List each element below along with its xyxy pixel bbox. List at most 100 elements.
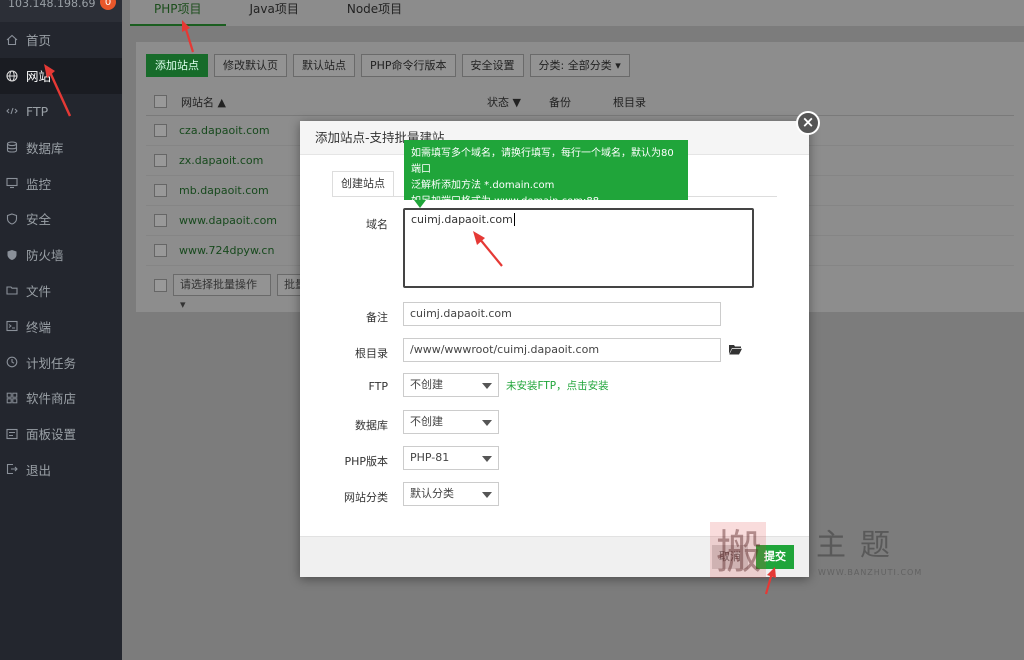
tooltip-line: 泛解析添加方法 *.domain.com (411, 180, 555, 191)
sidebar-item-logout[interactable]: 退出 (0, 452, 122, 488)
clock-icon (4, 354, 20, 370)
annotation-arrow-icon (473, 231, 503, 267)
sidebar-item-label: 安全 (26, 212, 52, 228)
root-dir-input[interactable]: /www/wwwroot/cuimj.dapaoit.com (403, 338, 721, 362)
category-select-label: 分类: 全部分类 (538, 59, 612, 72)
project-tabs: PHP项目 Java项目 Node项目 (130, 0, 1024, 26)
ftp-icon (4, 103, 20, 119)
sidebar-item-monitor[interactable]: 监控 (0, 165, 122, 201)
php-version-label: PHP版本 (344, 455, 388, 468)
remark-input[interactable]: cuimj.dapaoit.com (403, 302, 721, 326)
default-site-button[interactable]: 默认站点 (293, 54, 355, 77)
site-link[interactable]: www.dapaoit.com (179, 214, 277, 227)
shield-icon (4, 211, 20, 227)
sidebar-item-label: 终端 (26, 319, 52, 335)
row-checkbox[interactable] (154, 154, 167, 167)
sidebar-item-settings[interactable]: 面板设置 (0, 416, 122, 452)
chevron-down-icon (482, 456, 492, 462)
sidebar-item-files[interactable]: 文件 (0, 273, 122, 309)
php-cli-version-button[interactable]: PHP命令行版本 (361, 54, 456, 77)
col-root: 根目录 (613, 95, 646, 109)
server-ip: 103.148.198.69 0 (0, 0, 122, 22)
security-settings-button[interactable]: 安全设置 (461, 54, 524, 77)
php-version-select[interactable]: PHP-81 (403, 446, 499, 470)
site-link[interactable]: cza.dapaoit.com (179, 124, 270, 137)
monitor-icon (4, 175, 20, 191)
tooltip-line: 如需填写多个域名，请换行填写，每行一个域名，默认为80端口 (411, 148, 674, 175)
row-checkbox[interactable] (154, 124, 167, 137)
add-site-button[interactable]: 添加站点 (146, 54, 208, 77)
settings-icon (4, 426, 20, 442)
site-link[interactable]: www.724dpyw.cn (179, 244, 274, 257)
database-icon (4, 139, 20, 155)
ftp-select-value: 不创建 (410, 378, 443, 391)
row-checkbox[interactable] (154, 184, 167, 197)
site-link[interactable]: mb.dapaoit.com (179, 184, 269, 197)
sidebar-item-label: 面板设置 (26, 427, 77, 443)
notification-badge[interactable]: 0 (100, 0, 116, 10)
text-cursor (513, 213, 515, 226)
cancel-button[interactable]: 取消 (712, 545, 748, 569)
tab-java[interactable]: Java项目 (226, 0, 323, 26)
col-backup: 备份 (549, 95, 571, 109)
ftp-label: FTP (368, 380, 389, 393)
annotation-arrow-icon (44, 64, 72, 117)
ftp-select[interactable]: 不创建 (403, 373, 499, 397)
col-site-name[interactable]: 网站名 ▲ (181, 94, 487, 110)
site-category-label: 网站分类 (344, 491, 388, 504)
server-ip-text: 103.148.198.69 (8, 0, 96, 10)
category-select[interactable]: 分类: 全部分类 ▾ (529, 54, 630, 77)
sidebar-item-terminal[interactable]: 终端 (0, 308, 122, 344)
root-dir-label: 根目录 (355, 347, 388, 360)
sidebar-item-cron[interactable]: 计划任务 (0, 344, 122, 380)
sort-down-icon: ▼ (512, 95, 521, 109)
globe-icon (4, 68, 20, 84)
sidebar-item-label: 软件商店 (26, 391, 77, 407)
domain-value: cuimj.dapaoit.com (411, 213, 513, 226)
database-select[interactable]: 不创建 (403, 410, 499, 434)
domain-label: 域名 (366, 218, 388, 231)
chevron-down-icon (482, 492, 492, 498)
col-status-label: 状态 (487, 95, 509, 109)
install-ftp-link[interactable]: 未安装FTP，点击安装 (506, 378, 609, 393)
col-site-name-label: 网站名 (181, 95, 214, 109)
modify-default-page-button[interactable]: 修改默认页 (214, 54, 287, 77)
chevron-down-icon (482, 383, 492, 389)
tab-node[interactable]: Node项目 (323, 0, 426, 26)
select-all-checkbox[interactable] (154, 95, 167, 108)
batch-row: 请选择批量操作 ▾ 批量 (154, 274, 313, 311)
sidebar-item-firewall[interactable]: 防火墙 (0, 237, 122, 273)
chevron-down-icon: ▾ (180, 298, 186, 311)
tab-create-site[interactable]: 创建站点 (332, 171, 394, 197)
domain-tooltip: 如需填写多个域名，请换行填写，每行一个域名，默认为80端口 泛解析添加方法 *.… (404, 140, 688, 208)
site-link[interactable]: zx.dapaoit.com (179, 154, 263, 167)
sidebar-item-home[interactable]: 首页 (0, 22, 122, 58)
sidebar-item-label: 退出 (26, 462, 52, 478)
database-label: 数据库 (355, 419, 388, 432)
annotation-arrow-icon (764, 567, 776, 595)
row-checkbox[interactable] (154, 244, 167, 257)
site-toolbar: 添加站点 修改默认页 默认站点 PHP命令行版本 安全设置 分类: 全部分类 ▾ (146, 54, 630, 77)
annotation-arrow-icon (182, 20, 195, 53)
col-status[interactable]: 状态 ▼ (487, 94, 549, 110)
sidebar-item-label: 监控 (26, 176, 52, 192)
sidebar-item-label: 首页 (26, 33, 52, 49)
sidebar-item-store[interactable]: 软件商店 (0, 380, 122, 416)
domain-textarea[interactable]: cuimj.dapaoit.com (403, 208, 754, 288)
site-category-select[interactable]: 默认分类 (403, 482, 499, 506)
sidebar-item-label: 计划任务 (26, 355, 77, 371)
sidebar-item-label: 文件 (26, 283, 52, 299)
table-header: 网站名 ▲ 状态 ▼ 备份 根目录 (146, 88, 1014, 116)
batch-select-placeholder: 请选择批量操作 (180, 278, 257, 291)
batch-checkbox[interactable] (154, 278, 167, 292)
folder-open-icon[interactable] (729, 344, 742, 355)
folder-icon (4, 282, 20, 298)
php-version-value: PHP-81 (410, 451, 450, 464)
batch-select[interactable]: 请选择批量操作 ▾ (173, 274, 271, 311)
terminal-icon (4, 318, 20, 334)
close-icon[interactable]: × (796, 111, 820, 135)
store-icon (4, 390, 20, 406)
sidebar-item-database[interactable]: 数据库 (0, 129, 122, 165)
row-checkbox[interactable] (154, 214, 167, 227)
sidebar-item-security[interactable]: 安全 (0, 201, 122, 237)
